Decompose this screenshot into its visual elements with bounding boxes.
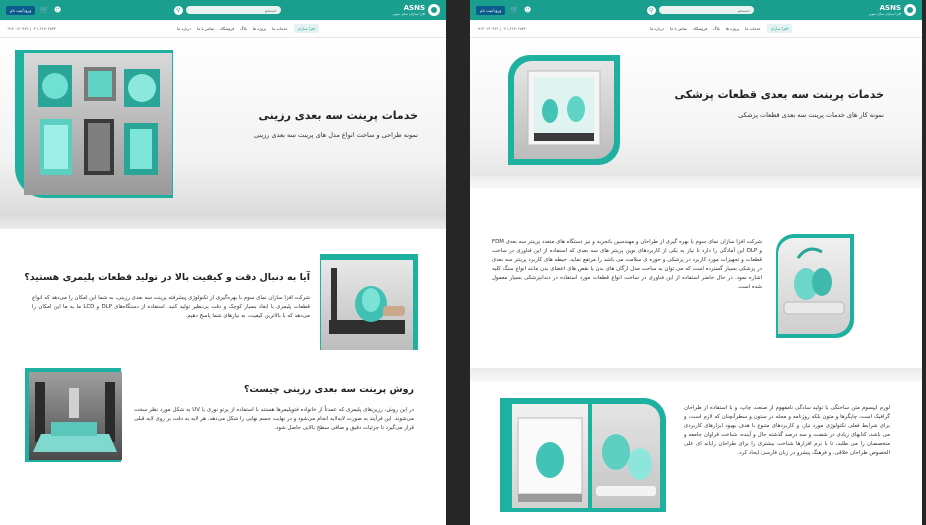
hero-title: خدمات پرینت سه بعدی رزینی: [258, 109, 418, 122]
nav-item-projects[interactable]: پروژه ها: [253, 26, 266, 31]
header-icons: ☻ 🛒 ورود/ثبت نام: [476, 5, 531, 15]
hero-image-medical-printer: [514, 61, 614, 159]
search-icon[interactable]: ⚲: [646, 5, 656, 15]
page-resin-printing: ASNS افزا سازان نمای سوم ⚲ ☻ 🛒 ورود/ثبت …: [0, 0, 446, 525]
user-icon[interactable]: ☻: [54, 6, 61, 14]
section2-text: در این روش، رزین‌های پلیمری که عمدتاً از…: [134, 407, 414, 431]
nav-item-projects[interactable]: پروژه ها: [726, 26, 739, 31]
nav-item-home[interactable]: افزا سازان: [766, 24, 792, 33]
nav-item-blog[interactable]: بلاگ: [713, 26, 720, 31]
search-icon[interactable]: ⚲: [173, 5, 183, 15]
section1-text: شرکت افزا سازان نمای سوم با بهره گیری از…: [492, 239, 762, 290]
printer-heart-illustration: [517, 417, 583, 502]
contact-phones: ۰۹۱۲۰۱۲۰۴۶۲ | ۰۲۱-۶۶۷۰۲۸۳۴: [6, 26, 56, 31]
section1-title: آیا به دنبال دقت و کیفیت بالا در تولید ق…: [24, 272, 310, 283]
hero-image-resin-models: [24, 53, 172, 195]
main-nav: افزا سازان خدمات ما پروژه ها بلاگ فروشگا…: [177, 24, 319, 33]
section2-text: لورم ایپسوم متن ساختگی با تولید سادگی نا…: [684, 405, 890, 456]
nav-bar: افزا سازان خدمات ما پروژه ها بلاگ فروشگا…: [470, 20, 922, 38]
section1-text: شرکت افزا سازان نمای سوم با بهره‌گیری از…: [32, 295, 311, 319]
section1-image-heart-model: [778, 238, 850, 334]
logo-subtitle: افزا سازان نمای سوم: [393, 11, 425, 16]
logo-icon: [428, 4, 440, 16]
nav-item-about[interactable]: درباره ما: [650, 26, 664, 31]
site-logo[interactable]: ASNS افزا سازان نمای سوم: [869, 4, 916, 16]
section-divider: [470, 368, 922, 382]
nav-bar: افزا سازان خدمات ما پروژه ها بلاگ فروشگا…: [0, 20, 446, 38]
nav-item-shop[interactable]: فروشگاه: [693, 26, 707, 31]
section2-image-resin-plate: [29, 372, 122, 460]
hero-title: خدمات پرینت سه بعدی قطعات پزشکی: [674, 88, 884, 101]
section2-title: روش پرینت سه بعدی رزینی چیست؟: [243, 384, 414, 395]
heart-model-illustration: [783, 247, 845, 315]
contact-phones: ۰۹۱۲۰۱۲۰۴۶۲ | ۰۲۱-۶۶۷۰۲۸۳۴: [476, 26, 526, 31]
section1-image-printer: [321, 260, 413, 350]
resin-printer-illustration: [329, 268, 405, 334]
search-box: ⚲: [173, 5, 281, 15]
search-input[interactable]: [185, 6, 281, 14]
search-box: ⚲: [646, 5, 754, 15]
nav-item-blog[interactable]: بلاگ: [240, 26, 247, 31]
heart-models-illustration: [596, 434, 656, 496]
screenshot-stage: ASNS افزا سازان نمای سوم ⚲ ☻ 🛒 ورود/ثبت …: [0, 0, 926, 525]
nav-item-shop[interactable]: فروشگاه: [220, 26, 234, 31]
cart-icon[interactable]: 🛒: [510, 6, 519, 14]
login-button[interactable]: ورود/ثبت نام: [6, 5, 36, 15]
hero-divider: [0, 213, 446, 229]
section2-image-models: [592, 404, 660, 508]
login-button[interactable]: ورود/ثبت نام: [476, 5, 506, 15]
resin-tiles-illustration: [38, 65, 160, 175]
nav-item-contact[interactable]: تماس با ما: [670, 26, 687, 31]
hero-divider: [470, 176, 922, 188]
hero-subtitle: نمونه طراحی و ساخت انواع مدل های پرینت س…: [253, 131, 418, 139]
hero-subtitle: نمونه کار های خدمات پرینت سه بعدی قطعات …: [738, 111, 884, 119]
nav-item-contact[interactable]: تماس با ما: [197, 26, 214, 31]
header-icons: ☻ 🛒 ورود/ثبت نام: [6, 5, 61, 15]
resin-plate-illustration: [33, 382, 117, 452]
page-medical-printing: ASNS افزا سازان نمای سوم ⚲ ☻ 🛒 ورود/ثبت …: [470, 0, 922, 525]
nav-item-services[interactable]: خدمات ما: [745, 26, 761, 31]
user-icon[interactable]: ☻: [524, 6, 531, 14]
section2-image-printer: [512, 404, 588, 508]
cart-icon[interactable]: 🛒: [40, 6, 49, 14]
nav-item-home[interactable]: افزا سازان: [293, 24, 319, 33]
search-input[interactable]: [658, 6, 754, 14]
site-logo[interactable]: ASNS افزا سازان نمای سوم: [393, 4, 440, 16]
logo-text: ASNS: [403, 3, 425, 12]
logo-icon: [904, 4, 916, 16]
top-bar: ASNS افزا سازان نمای سوم ⚲ ☻ 🛒 ورود/ثبت …: [470, 0, 922, 20]
logo-subtitle: افزا سازان نمای سوم: [869, 11, 901, 16]
main-nav: افزا سازان خدمات ما پروژه ها بلاگ فروشگا…: [650, 24, 792, 33]
nav-item-about[interactable]: درباره ما: [177, 26, 191, 31]
top-bar: ASNS افزا سازان نمای سوم ⚲ ☻ 🛒 ورود/ثبت …: [0, 0, 446, 20]
medical-printer-illustration: [527, 70, 601, 146]
logo-text: ASNS: [879, 3, 901, 12]
nav-item-services[interactable]: خدمات ما: [272, 26, 288, 31]
